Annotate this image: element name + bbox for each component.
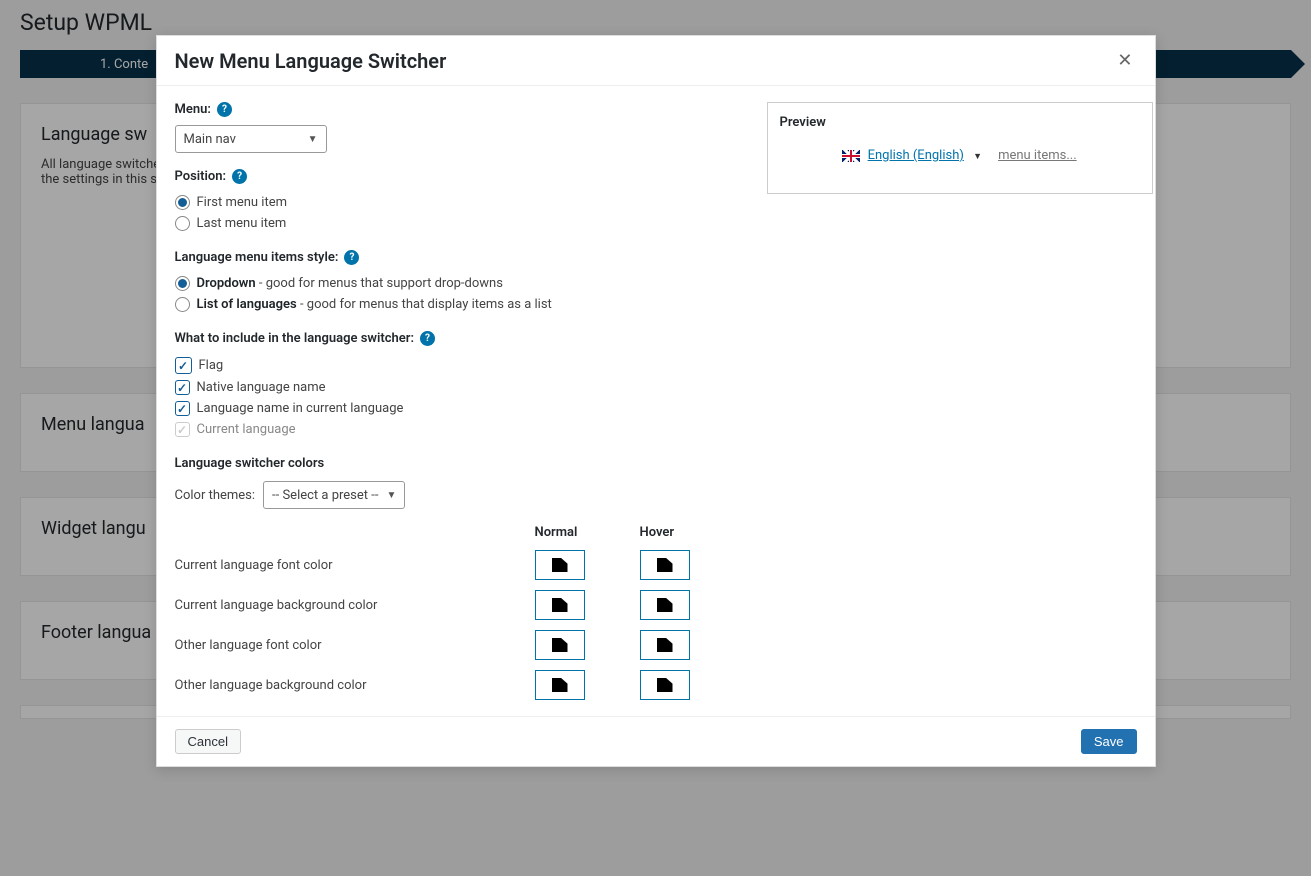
position-label: Position: ? <box>175 169 745 184</box>
color-row-label: Current language background color <box>175 598 535 613</box>
preset-select[interactable]: -- Select a preset -- ▼ <box>263 481 405 509</box>
preset-select-value: -- Select a preset -- <box>272 488 378 503</box>
radio-label: Last menu item <box>197 216 287 231</box>
style-dropdown-row[interactable]: Dropdown - good for menus that support d… <box>175 273 745 294</box>
radio-icon[interactable] <box>175 276 190 291</box>
modal-footer: Cancel Save <box>157 716 1155 766</box>
modal-right-column: Preview English (English) ▼ menu items..… <box>767 102 1153 194</box>
radio-label: List of languages - good for menus that … <box>197 297 552 312</box>
color-row-label: Current language font color <box>175 558 535 573</box>
preview-language-label: English (English) <box>868 148 964 163</box>
preview-box: Preview English (English) ▼ menu items..… <box>767 102 1153 194</box>
color-swatch[interactable] <box>535 670 585 700</box>
menu-select-value: Main nav <box>184 132 236 147</box>
help-icon[interactable]: ? <box>344 250 359 265</box>
paint-icon <box>657 638 673 652</box>
radio-label: Dropdown - good for menus that support d… <box>197 276 503 291</box>
chevron-down-icon: ▼ <box>308 134 318 145</box>
modal-overlay: New Menu Language Switcher ✕ Menu: ? Mai… <box>0 0 1311 876</box>
preset-row: Color themes: -- Select a preset -- ▼ <box>175 481 745 509</box>
close-icon[interactable]: ✕ <box>1113 48 1136 73</box>
paint-icon <box>552 638 568 652</box>
preview-language-item[interactable]: English (English) ▼ <box>842 148 982 163</box>
menu-label: Menu: ? <box>175 102 745 117</box>
modal-header: New Menu Language Switcher ✕ <box>157 36 1155 86</box>
color-swatch[interactable] <box>640 630 690 660</box>
paint-icon <box>657 678 673 692</box>
cancel-button[interactable]: Cancel <box>175 729 241 754</box>
checkbox-icon[interactable] <box>175 380 190 395</box>
flag-uk-icon <box>842 150 860 162</box>
help-icon[interactable]: ? <box>217 102 232 117</box>
check-label: Current language <box>197 422 296 437</box>
modal-left-column: Menu: ? Main nav ▼ Position: ? First men… <box>175 102 745 700</box>
check-label: Language name in current language <box>197 401 404 416</box>
style-list-row[interactable]: List of languages - good for menus that … <box>175 294 745 315</box>
include-check-group: Flag Native language name Language name … <box>175 354 745 440</box>
preview-title: Preview <box>780 115 1140 130</box>
radio-label: First menu item <box>197 195 288 210</box>
paint-icon <box>657 598 673 612</box>
col-header-normal: Normal <box>535 525 640 540</box>
color-swatch[interactable] <box>535 550 585 580</box>
chevron-down-icon: ▼ <box>386 490 396 501</box>
preset-label: Color themes: <box>175 488 256 503</box>
include-display-row[interactable]: Language name in current language <box>175 398 745 419</box>
position-radio-group: First menu item Last menu item <box>175 192 745 234</box>
preview-menu-items-placeholder: menu items... <box>998 148 1077 163</box>
color-row-label: Other language font color <box>175 638 535 653</box>
include-flag-row[interactable]: Flag <box>175 354 745 377</box>
color-swatch[interactable] <box>535 590 585 620</box>
menu-select[interactable]: Main nav ▼ <box>175 125 327 153</box>
checkbox-icon[interactable] <box>175 401 190 416</box>
check-label: Native language name <box>197 380 326 395</box>
help-icon[interactable]: ? <box>420 331 435 346</box>
help-icon[interactable]: ? <box>232 169 247 184</box>
checkbox-icon[interactable] <box>175 357 192 374</box>
col-header-hover: Hover <box>640 525 745 540</box>
check-label: Flag <box>199 358 224 373</box>
caret-down-icon: ▼ <box>973 152 982 162</box>
modal: New Menu Language Switcher ✕ Menu: ? Mai… <box>156 35 1156 767</box>
position-last-row[interactable]: Last menu item <box>175 213 745 234</box>
color-row-label: Other language background color <box>175 678 535 693</box>
position-first-row[interactable]: First menu item <box>175 192 745 213</box>
radio-icon[interactable] <box>175 216 190 231</box>
style-radio-group: Dropdown - good for menus that support d… <box>175 273 745 315</box>
include-label: What to include in the language switcher… <box>175 331 745 346</box>
checkbox-icon <box>175 422 190 437</box>
paint-icon <box>552 558 568 572</box>
preview-content: English (English) ▼ menu items... <box>780 142 1140 181</box>
paint-icon <box>552 678 568 692</box>
radio-icon[interactable] <box>175 195 190 210</box>
paint-icon <box>657 558 673 572</box>
color-swatch[interactable] <box>640 550 690 580</box>
save-button[interactable]: Save <box>1081 729 1137 754</box>
color-swatch[interactable] <box>640 590 690 620</box>
color-swatch[interactable] <box>640 670 690 700</box>
color-swatch[interactable] <box>535 630 585 660</box>
include-current-row: Current language <box>175 419 745 440</box>
style-label: Language menu items style: ? <box>175 250 745 265</box>
radio-icon[interactable] <box>175 297 190 312</box>
paint-icon <box>552 598 568 612</box>
include-native-row[interactable]: Native language name <box>175 377 745 398</box>
colors-title: Language switcher colors <box>175 456 745 471</box>
color-table: Normal Hover Current language font color… <box>175 525 745 700</box>
modal-body: Menu: ? Main nav ▼ Position: ? First men… <box>157 86 1155 716</box>
modal-title: New Menu Language Switcher <box>175 49 447 73</box>
